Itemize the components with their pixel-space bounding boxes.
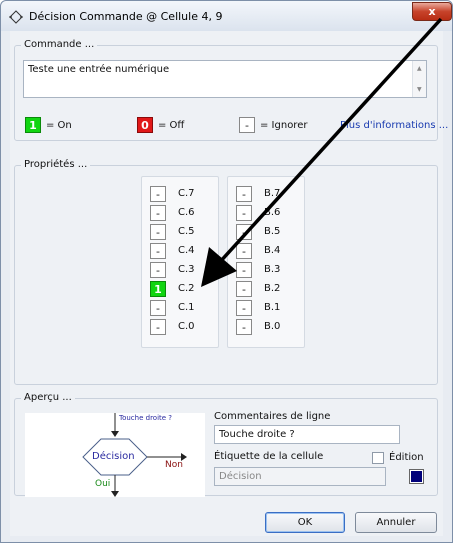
bit-row-b0[interactable]: - B.0 [236, 318, 296, 336]
cell-color-swatch[interactable] [409, 469, 424, 484]
bit-row-b7[interactable]: - B.7 [236, 185, 296, 203]
bit-row-c7[interactable]: - C.7 [150, 185, 210, 203]
bit-label: C.4 [178, 245, 195, 256]
bit-row-c3[interactable]: - C.3 [150, 261, 210, 279]
bit-row-c4[interactable]: - C.4 [150, 242, 210, 260]
bit-row-c6[interactable]: - C.6 [150, 204, 210, 222]
line-comment-label: Commentaires de ligne [214, 411, 331, 422]
commande-group: Commande ... Teste une entrée numérique … [14, 39, 448, 141]
bit-state[interactable]: - [150, 243, 166, 259]
bit-label: B.5 [264, 226, 281, 237]
bit-row-b1[interactable]: - B.1 [236, 299, 296, 317]
bit-state[interactable]: - [150, 224, 166, 240]
bit-state[interactable]: - [150, 186, 166, 202]
title-bar[interactable]: Décision Commande @ Cellule 4, 9 x [1, 1, 452, 31]
more-info-link[interactable]: Plus d'informations ... [340, 120, 448, 131]
bit-label: C.3 [178, 264, 195, 275]
commande-scrollbar[interactable]: ▲ ▼ [412, 61, 426, 97]
window-title: Décision Commande @ Cellule 4, 9 [29, 10, 223, 23]
apercu-legend: Aperçu ... [21, 392, 75, 403]
bit-label: B.3 [264, 264, 281, 275]
bit-label: B.2 [264, 283, 281, 294]
bit-label: C.6 [178, 207, 195, 218]
bit-label: C.2 [178, 283, 195, 294]
cell-color-fill [411, 471, 422, 482]
close-button[interactable]: x [412, 2, 452, 21]
bit-label: C.0 [178, 321, 195, 332]
bit-row-b5[interactable]: - B.5 [236, 223, 296, 241]
commande-legend: Commande ... [21, 39, 98, 50]
bit-row-b6[interactable]: - B.6 [236, 204, 296, 222]
bit-state[interactable]: - [236, 281, 252, 297]
bit-label: B.4 [264, 245, 281, 256]
cancel-button[interactable]: Annuler [355, 512, 437, 533]
preview-node-label: Décision [92, 451, 135, 462]
bit-label: C.1 [178, 302, 195, 313]
bit-label: B.7 [264, 188, 281, 199]
dialog-body: Commande ... Teste une entrée numérique … [10, 31, 448, 536]
legend-on-label: = On [46, 120, 72, 131]
bit-state[interactable]: - [150, 205, 166, 221]
port-b-column: - B.7 - B.6 - B.5 - B.4 - B.3 - B.2 - B.… [227, 176, 305, 348]
legend-ignore-label: = Ignorer [260, 120, 308, 131]
preview-top-label: Touche droite ? [119, 414, 173, 422]
bit-label: C.7 [178, 188, 195, 199]
edition-label[interactable]: Édition [389, 452, 424, 463]
cell-label-label: Étiquette de la cellule [214, 451, 324, 462]
edition-checkbox[interactable] [372, 452, 384, 464]
bit-row-c0[interactable]: - C.0 [150, 318, 210, 336]
commande-textarea[interactable]: Teste une entrée numérique ▲ ▼ [23, 60, 427, 98]
preview-no-label: Non [165, 460, 183, 470]
close-icon: x [428, 5, 436, 18]
bit-state[interactable]: - [236, 205, 252, 221]
line-comment-input[interactable]: Touche droite ? [214, 425, 400, 444]
bit-label: B.1 [264, 302, 281, 313]
bit-row-c2[interactable]: 1 C.2 [150, 280, 210, 298]
bit-row-b3[interactable]: - B.3 [236, 261, 296, 279]
apercu-group: Aperçu ... Touche droite ? Décision Non … [14, 392, 438, 497]
bit-state[interactable]: - [150, 300, 166, 316]
bit-label: B.0 [264, 321, 281, 332]
legend-off-label: = Off [158, 120, 185, 131]
app-icon [9, 10, 23, 24]
commande-text: Teste une entrée numérique [28, 64, 170, 75]
flowchart-preview: Touche droite ? Décision Non Oui [25, 413, 205, 497]
legend-ignore-box: - [239, 117, 255, 133]
scroll-down-icon[interactable]: ▼ [417, 86, 422, 93]
dialog-window: Décision Commande @ Cellule 4, 9 x Comma… [0, 0, 453, 543]
proprietes-group: Propriétés ... - C.7 - C.6 - C.5 - C.4 -… [14, 159, 438, 385]
ok-button[interactable]: OK [265, 512, 345, 533]
bit-label: B.6 [264, 207, 281, 218]
preview-yes-label: Oui [95, 479, 111, 489]
cell-label-input[interactable]: Décision [214, 467, 386, 486]
bit-state[interactable]: - [150, 262, 166, 278]
proprietes-legend: Propriétés ... [21, 159, 91, 170]
bit-state[interactable]: - [236, 243, 252, 259]
bit-row-b2[interactable]: - B.2 [236, 280, 296, 298]
port-c-column: - C.7 - C.6 - C.5 - C.4 - C.3 1 C.2 - C.… [141, 176, 219, 348]
legend-off-box: 0 [137, 117, 153, 133]
bit-state[interactable]: - [150, 319, 166, 335]
bit-state[interactable]: - [236, 262, 252, 278]
bit-row-c1[interactable]: - C.1 [150, 299, 210, 317]
bit-label: C.5 [178, 226, 195, 237]
bit-row-b4[interactable]: - B.4 [236, 242, 296, 260]
bit-state[interactable]: - [236, 224, 252, 240]
scroll-up-icon[interactable]: ▲ [417, 65, 422, 72]
legend-on-box: 1 [25, 117, 41, 133]
bit-state[interactable]: - [236, 319, 252, 335]
bit-state[interactable]: - [236, 300, 252, 316]
bit-state[interactable]: 1 [150, 281, 166, 297]
bit-state[interactable]: - [236, 186, 252, 202]
bit-row-c5[interactable]: - C.5 [150, 223, 210, 241]
